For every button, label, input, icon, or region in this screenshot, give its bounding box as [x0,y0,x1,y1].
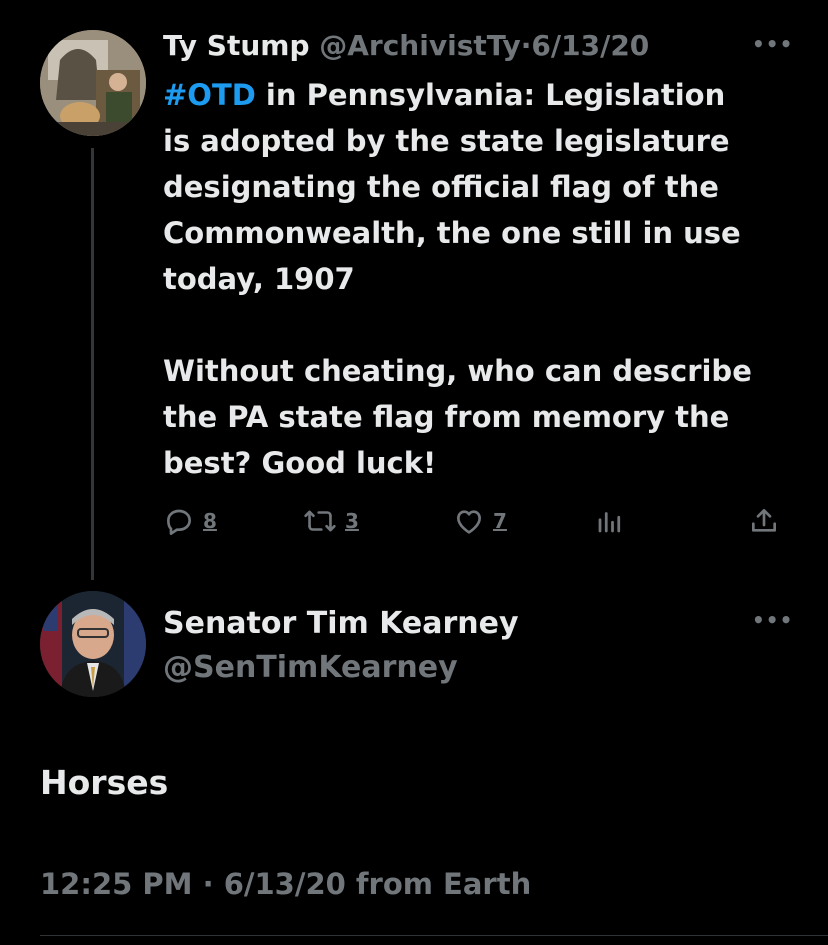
reply-timestamp[interactable]: 12:25 PM · 6/13/20 from Earth [40,862,531,906]
parent-tweet-text: #OTD in Pennsylvania: Legislation is ado… [163,72,803,486]
parent-tweet-date[interactable]: 6/13/20 [531,29,649,62]
share-button[interactable] [748,505,788,537]
analytics-bar-icon [598,512,621,533]
retweet-count: 3 [345,509,359,533]
parent-meta-separator: · [520,29,532,62]
reply-author-handle[interactable]: @SenTimKearney [163,646,458,690]
more-horizontal-icon[interactable]: ••• [752,32,793,56]
divider [40,935,828,936]
reply-author-name[interactable]: Senator Tim Kearney [163,602,519,646]
tweet-action-bar: 8 3 7 [163,505,788,545]
parent-tweet-body-text: in Pennsylvania: Legislation is adopted … [163,78,752,480]
hashtag-link[interactable]: #OTD [163,78,256,112]
parent-author-handle[interactable]: @ArchivistTy [319,29,521,62]
reply-icon [167,509,191,535]
thread-connector-line [91,148,94,580]
reply-count: 8 [203,509,217,533]
reply-author-avatar[interactable] [40,591,146,697]
like-count: 7 [493,509,507,533]
views-button[interactable] [595,505,633,537]
more-horizontal-icon[interactable]: ••• [752,608,793,632]
reply-tweet-text: Horses [40,763,169,802]
heart-icon [457,510,481,534]
like-button[interactable]: 7 [453,505,507,537]
retweet-button[interactable]: 3 [303,505,359,537]
parent-author-name[interactable]: Ty Stump [163,29,309,62]
retweet-icon [304,510,336,532]
reply-button[interactable]: 8 [163,505,217,537]
share-upload-icon [752,509,776,532]
parent-author-avatar[interactable] [40,30,146,136]
parent-tweet-header: Ty Stump @ArchivistTy·6/13/20 [163,26,649,66]
